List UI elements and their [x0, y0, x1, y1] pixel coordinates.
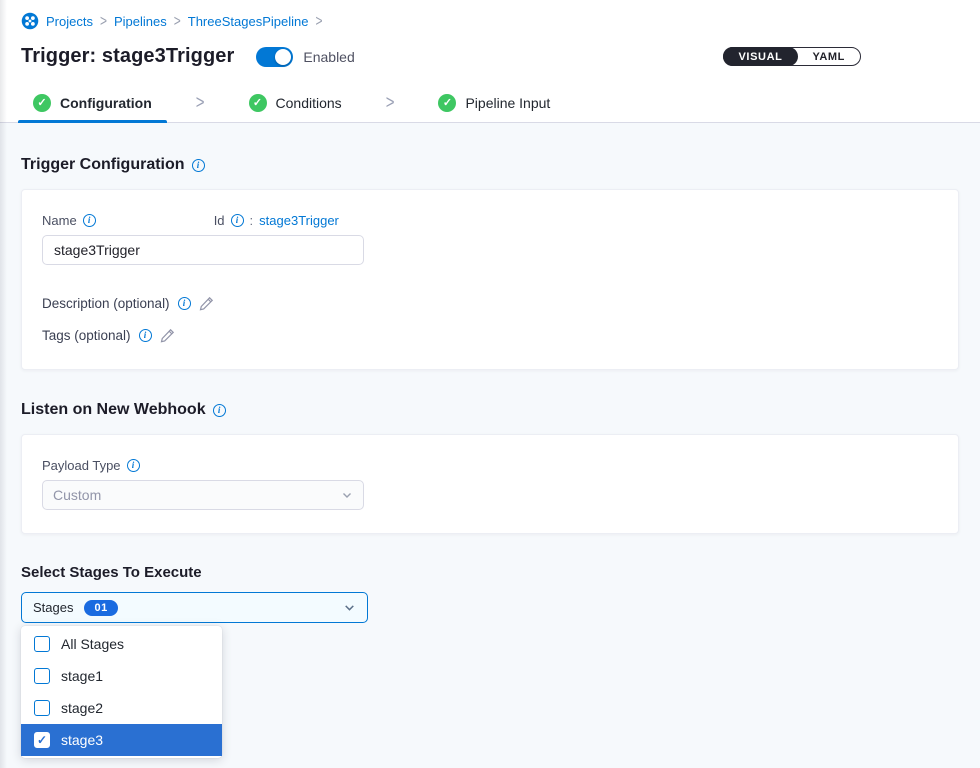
checkbox-unchecked[interactable] — [34, 668, 50, 684]
stage-option-stage1[interactable]: stage1 — [21, 660, 222, 692]
stage-option-all-stages[interactable]: All Stages — [21, 628, 222, 660]
stages-dropdown: All Stages stage1 stage2 stage3 — [21, 626, 222, 758]
chevron-down-icon — [341, 489, 353, 501]
info-icon[interactable] — [127, 459, 140, 472]
info-icon[interactable] — [192, 159, 205, 172]
id-group: Id : stage3Trigger — [214, 213, 339, 228]
tags-row: Tags (optional) — [42, 328, 938, 343]
breadcrumb-separator: > — [174, 12, 181, 30]
wizard-tabbar: ✓ Configuration > ✓ Conditions > ✓ Pipel… — [0, 83, 980, 123]
section-title: Trigger Configuration — [21, 156, 185, 174]
tags-label: Tags (optional) — [42, 328, 131, 343]
visual-tab[interactable]: VISUAL — [723, 47, 799, 66]
description-label: Description (optional) — [42, 296, 170, 311]
tab-label: Conditions — [276, 95, 342, 111]
check-circle-icon: ✓ — [33, 94, 51, 112]
tab-conditions[interactable]: ✓ Conditions — [234, 83, 357, 122]
visual-yaml-toggle: VISUAL YAML — [723, 47, 862, 66]
breadcrumb-separator: > — [315, 12, 322, 30]
page-header: Projects > Pipelines > ThreeStagesPipeli… — [0, 0, 980, 83]
check-circle-icon: ✓ — [249, 94, 267, 112]
chevron-right-icon: > — [196, 91, 205, 113]
trigger-name-input[interactable] — [42, 235, 364, 265]
edit-tags-pencil-icon[interactable] — [160, 328, 175, 343]
main-content: Trigger Configuration Name Id : stage3Tr… — [0, 123, 980, 758]
section-title: Listen on New Webhook — [21, 401, 206, 419]
option-label: stage1 — [61, 668, 103, 684]
stage-option-stage2[interactable]: stage2 — [21, 692, 222, 724]
id-colon: : — [250, 213, 254, 228]
info-icon[interactable] — [213, 404, 226, 417]
payload-type-select[interactable]: Custom — [42, 480, 364, 510]
trigger-configuration-card: Name Id : stage3Trigger Description (opt… — [21, 189, 959, 370]
info-icon[interactable] — [83, 214, 96, 227]
chevron-right-icon: > — [386, 91, 395, 113]
breadcrumb-projects[interactable]: Projects — [46, 14, 93, 29]
tab-label: Configuration — [60, 95, 152, 111]
option-label: stage3 — [61, 732, 103, 748]
stages-count-badge: 01 — [84, 600, 117, 616]
breadcrumb-separator: > — [100, 12, 107, 30]
breadcrumb: Projects > Pipelines > ThreeStagesPipeli… — [21, 12, 959, 30]
trigger-enabled-toggle[interactable] — [256, 47, 293, 67]
webhook-heading: Listen on New Webhook — [21, 401, 959, 419]
payload-type-value: Custom — [53, 487, 101, 503]
id-value[interactable]: stage3Trigger — [259, 213, 339, 228]
option-label: All Stages — [61, 636, 124, 652]
name-id-row: Name Id : stage3Trigger — [42, 213, 938, 228]
select-stages-heading: Select Stages To Execute — [21, 564, 959, 581]
info-icon[interactable] — [139, 329, 152, 342]
description-row: Description (optional) — [42, 296, 938, 311]
checkbox-checked[interactable] — [34, 732, 50, 748]
webhook-card: Payload Type Custom — [21, 434, 959, 534]
harness-project-icon[interactable] — [21, 12, 39, 30]
checkbox-unchecked[interactable] — [34, 636, 50, 652]
payload-type-label-group: Payload Type — [42, 458, 938, 473]
id-label: Id — [214, 213, 225, 228]
name-label: Name — [42, 213, 77, 228]
stages-select-label: Stages — [33, 600, 73, 615]
check-circle-icon: ✓ — [438, 94, 456, 112]
checkbox-unchecked[interactable] — [34, 700, 50, 716]
tab-label: Pipeline Input — [465, 95, 550, 111]
tab-configuration[interactable]: ✓ Configuration — [18, 83, 167, 122]
tab-pipeline-input[interactable]: ✓ Pipeline Input — [423, 83, 565, 122]
trigger-configuration-heading: Trigger Configuration — [21, 123, 959, 174]
info-icon[interactable] — [231, 214, 244, 227]
option-label: stage2 — [61, 700, 103, 716]
breadcrumb-pipelines[interactable]: Pipelines — [114, 14, 167, 29]
edit-description-pencil-icon[interactable] — [199, 296, 214, 311]
enabled-label: Enabled — [303, 49, 354, 65]
stage-option-stage3[interactable]: stage3 — [21, 724, 222, 756]
chevron-down-icon — [343, 601, 356, 614]
yaml-tab[interactable]: YAML — [797, 48, 860, 65]
payload-type-label: Payload Type — [42, 458, 121, 473]
stages-multiselect[interactable]: Stages 01 — [21, 592, 368, 623]
toggle-knob — [275, 49, 291, 65]
page-title: Trigger: stage3Trigger — [21, 45, 234, 68]
title-row: Trigger: stage3Trigger Enabled VISUAL YA… — [21, 45, 959, 68]
breadcrumb-pipeline-name[interactable]: ThreeStagesPipeline — [188, 14, 309, 29]
name-label-group: Name — [42, 213, 96, 228]
info-icon[interactable] — [178, 297, 191, 310]
